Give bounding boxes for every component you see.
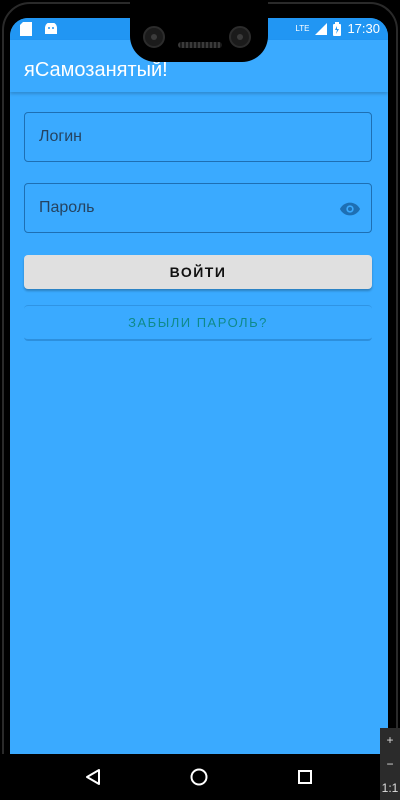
- camera-notch: [130, 0, 268, 62]
- device-frame: LTE 17:30 яСамозанятый! Логин ВОЙТИ ЗАБЫ…: [0, 0, 400, 800]
- eye-icon[interactable]: [339, 198, 361, 220]
- recents-button[interactable]: [292, 764, 318, 790]
- emulator-zoom-controls: + − 1:1: [380, 728, 400, 800]
- phone-screen: LTE 17:30 яСамозанятый! Логин ВОЙТИ ЗАБЫ…: [10, 18, 388, 754]
- earpiece-speaker: [178, 42, 222, 48]
- login-button[interactable]: ВОЙТИ: [24, 255, 372, 289]
- back-button[interactable]: [80, 764, 106, 790]
- zoom-out-button[interactable]: −: [380, 752, 400, 776]
- status-time: 17:30: [347, 21, 380, 36]
- status-left-icons: [20, 22, 58, 36]
- android-debug-icon: [45, 23, 57, 34]
- sensor-camera-icon: [229, 26, 251, 48]
- home-circle-icon: [190, 768, 208, 786]
- signal-icon: [315, 22, 328, 35]
- sd-card-icon: [20, 22, 32, 36]
- front-camera-icon: [143, 26, 165, 48]
- battery-icon: [333, 21, 342, 36]
- password-input[interactable]: [25, 184, 371, 232]
- back-triangle-icon: [86, 769, 100, 785]
- home-button[interactable]: [186, 764, 212, 790]
- recents-square-icon: [298, 770, 312, 784]
- forgot-password-button[interactable]: ЗАБЫЛИ ПАРОЛЬ?: [24, 305, 372, 341]
- login-input[interactable]: [25, 113, 371, 161]
- status-right-icons: LTE 17:30: [295, 21, 380, 36]
- navigation-bar: [0, 754, 400, 800]
- login-field[interactable]: [24, 112, 372, 162]
- app-title: яСамозанятый!: [24, 59, 168, 81]
- network-type: LTE: [295, 24, 310, 33]
- actual-size-button[interactable]: 1:1: [380, 776, 400, 800]
- password-field[interactable]: [24, 183, 372, 233]
- zoom-in-button[interactable]: +: [380, 728, 400, 752]
